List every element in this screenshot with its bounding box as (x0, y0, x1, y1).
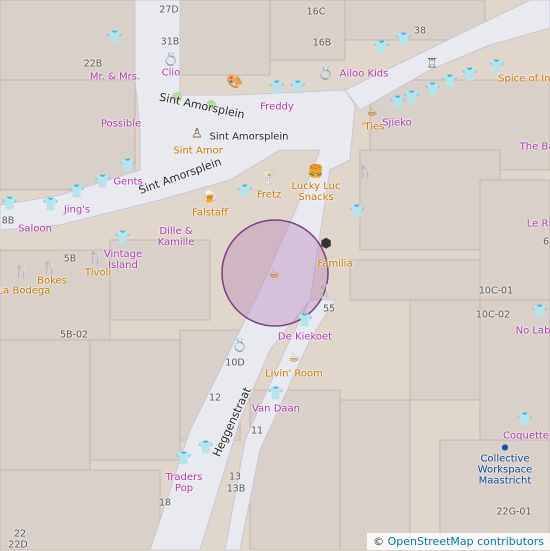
restaurant-icon[interactable]: 🍴 (42, 262, 58, 275)
place-label-spice-of-india[interactable]: Spice of India (498, 74, 550, 85)
house-number: 5B (63, 253, 77, 265)
attribution-prefix: © (373, 535, 385, 548)
place-label-possible[interactable]: Possible (101, 119, 141, 130)
shop-icon[interactable]: 👕 (107, 32, 123, 45)
jewelry-icon[interactable]: 💍 (163, 54, 179, 67)
house-number: 10D (225, 357, 245, 369)
clothes-icon[interactable]: 👕 (120, 160, 136, 173)
clothes-icon[interactable]: 👕 (198, 442, 214, 455)
house-number: 55 (322, 303, 336, 315)
house-number: 10C-02 (475, 309, 511, 321)
bar-icon[interactable]: 🍸 (261, 172, 277, 185)
attribution-link[interactable]: OpenStreetMap contributors (388, 535, 544, 548)
place-label-the-ba[interactable]: The Ba (520, 142, 550, 153)
place-label-sint-amorsplein-memorial[interactable]: Sint Amorsplein (210, 132, 289, 143)
place-label-coquette[interactable]: Coquette (503, 431, 549, 442)
place-label-jings[interactable]: Jing's (64, 205, 90, 216)
fast-food-icon[interactable]: 🍔 (308, 166, 324, 179)
place-label-livin-room[interactable]: Livin' Room (265, 369, 323, 380)
house-number: 22G-01 (496, 506, 532, 518)
place-label-le-ri[interactable]: Le Ri (527, 219, 550, 230)
clothes-icon[interactable]: 👕 (237, 186, 253, 199)
place-label-sint-amor[interactable]: Sint Amor (173, 146, 222, 157)
clothes-icon[interactable]: 👕 (95, 176, 111, 189)
house-number: 22B (83, 58, 103, 70)
jewelry-icon[interactable]: 💍 (318, 68, 334, 81)
house-number: 5B-02 (59, 329, 89, 341)
place-label-no-lab[interactable]: No Lab (516, 326, 550, 337)
house-number: 38 (413, 25, 427, 37)
cafe-icon[interactable]: ☕ (366, 106, 378, 119)
clothes-icon[interactable]: 👕 (69, 186, 85, 199)
clothes-icon[interactable]: 👕 (297, 315, 313, 328)
cafe-icon[interactable]: ☕ (268, 268, 280, 281)
palette-icon[interactable]: 🎨 (227, 76, 243, 89)
clothes-icon[interactable]: 👕 (349, 206, 365, 219)
place-label-de-kiekoet[interactable]: De Kiekoet (278, 332, 332, 343)
place-label-dille-kamille[interactable]: Dille & Kamille (151, 226, 201, 248)
place-label-falstaff[interactable]: Falstaff (192, 208, 228, 219)
clothes-icon[interactable]: 👕 (517, 414, 533, 427)
place-label-fretz[interactable]: Fretz (257, 190, 281, 201)
place-label-saloon[interactable]: Saloon (18, 224, 52, 235)
clothes-icon[interactable]: 👕 (425, 84, 441, 97)
pin-icon[interactable]: ⬢ (320, 238, 331, 251)
house-number: 31B (160, 36, 180, 48)
clothes-icon[interactable]: 👕 (396, 34, 412, 47)
place-label-familia[interactable]: Familia (317, 259, 352, 270)
clothes-icon[interactable]: 👕 (43, 199, 59, 212)
house-number: 13B (226, 483, 246, 495)
house-number: 16B (312, 37, 332, 49)
clothes-icon[interactable]: 👕 (290, 82, 306, 95)
restaurant-icon[interactable]: 🍴 (14, 266, 30, 279)
place-label-sjieko[interactable]: Sjieko (382, 118, 412, 129)
house-number: 8B (1, 215, 15, 227)
place-label-clio[interactable]: Clio (162, 68, 181, 79)
clothes-icon[interactable]: 👕 (404, 92, 420, 105)
clothes-icon[interactable]: 👕 (176, 453, 192, 466)
cafe-icon[interactable]: ☕ (288, 352, 300, 365)
restaurant-icon[interactable]: 🍴 (358, 166, 374, 179)
clothes-icon[interactable]: 👕 (115, 232, 131, 245)
memorial-icon[interactable]: ♙ (191, 128, 203, 141)
restaurant-icon[interactable]: 🍴 (317, 286, 333, 299)
house-number: 13 (228, 471, 242, 483)
clothes-icon[interactable]: 👕 (442, 76, 458, 89)
place-label-gents[interactable]: Gents (113, 177, 142, 188)
house-number: 10C-01 (478, 285, 514, 297)
jewelry-icon[interactable]: 💍 (232, 340, 248, 353)
clothes-icon[interactable]: 👕 (268, 388, 284, 401)
office-dot-icon[interactable]: ● (502, 441, 509, 454)
house-number: 22 (13, 528, 27, 540)
place-label-freddy[interactable]: Freddy (260, 102, 294, 113)
clothes-icon[interactable]: 👕 (462, 69, 478, 82)
clothes-icon[interactable]: 👕 (2, 198, 18, 211)
clothes-icon[interactable]: 👕 (269, 82, 285, 95)
clothes-icon[interactable]: 👕 (532, 306, 548, 319)
clothes-icon[interactable]: 👕 (374, 42, 390, 55)
house-number: 22D (8, 539, 28, 551)
place-label-ailoo-kids[interactable]: Ailoo Kids (340, 69, 389, 80)
house-number: 16C (306, 6, 326, 18)
place-label-la-bodega[interactable]: La Bodega (0, 286, 50, 297)
attribution: © OpenStreetMap contributors (367, 533, 550, 550)
place-label-collective[interactable]: Collective Workspace Maastricht (460, 454, 550, 487)
beer-icon[interactable]: 🍺 (202, 192, 218, 205)
house-number: 18 (158, 497, 172, 509)
place-label-tivoli[interactable]: Tivoli (85, 268, 111, 279)
place-label-lucky-luc-snacks[interactable]: Lucky Luc Snacks (286, 181, 346, 203)
house-number: 12 (208, 392, 222, 404)
house-number: 11 (250, 425, 264, 437)
house-number: 27D (159, 4, 179, 16)
place-label-traders-pop[interactable]: Traders Pop (159, 472, 209, 494)
place-label-van-daan[interactable]: Van Daan (252, 404, 300, 415)
clothes-icon[interactable]: 👕 (489, 61, 505, 74)
place-label-mr-mrs[interactable]: Mr. & Mrs. (90, 72, 140, 83)
place-label-ties[interactable]: 'Ties (362, 122, 385, 133)
house-number: 6 (542, 236, 550, 248)
memorial-icon[interactable]: ♖ (426, 58, 438, 71)
